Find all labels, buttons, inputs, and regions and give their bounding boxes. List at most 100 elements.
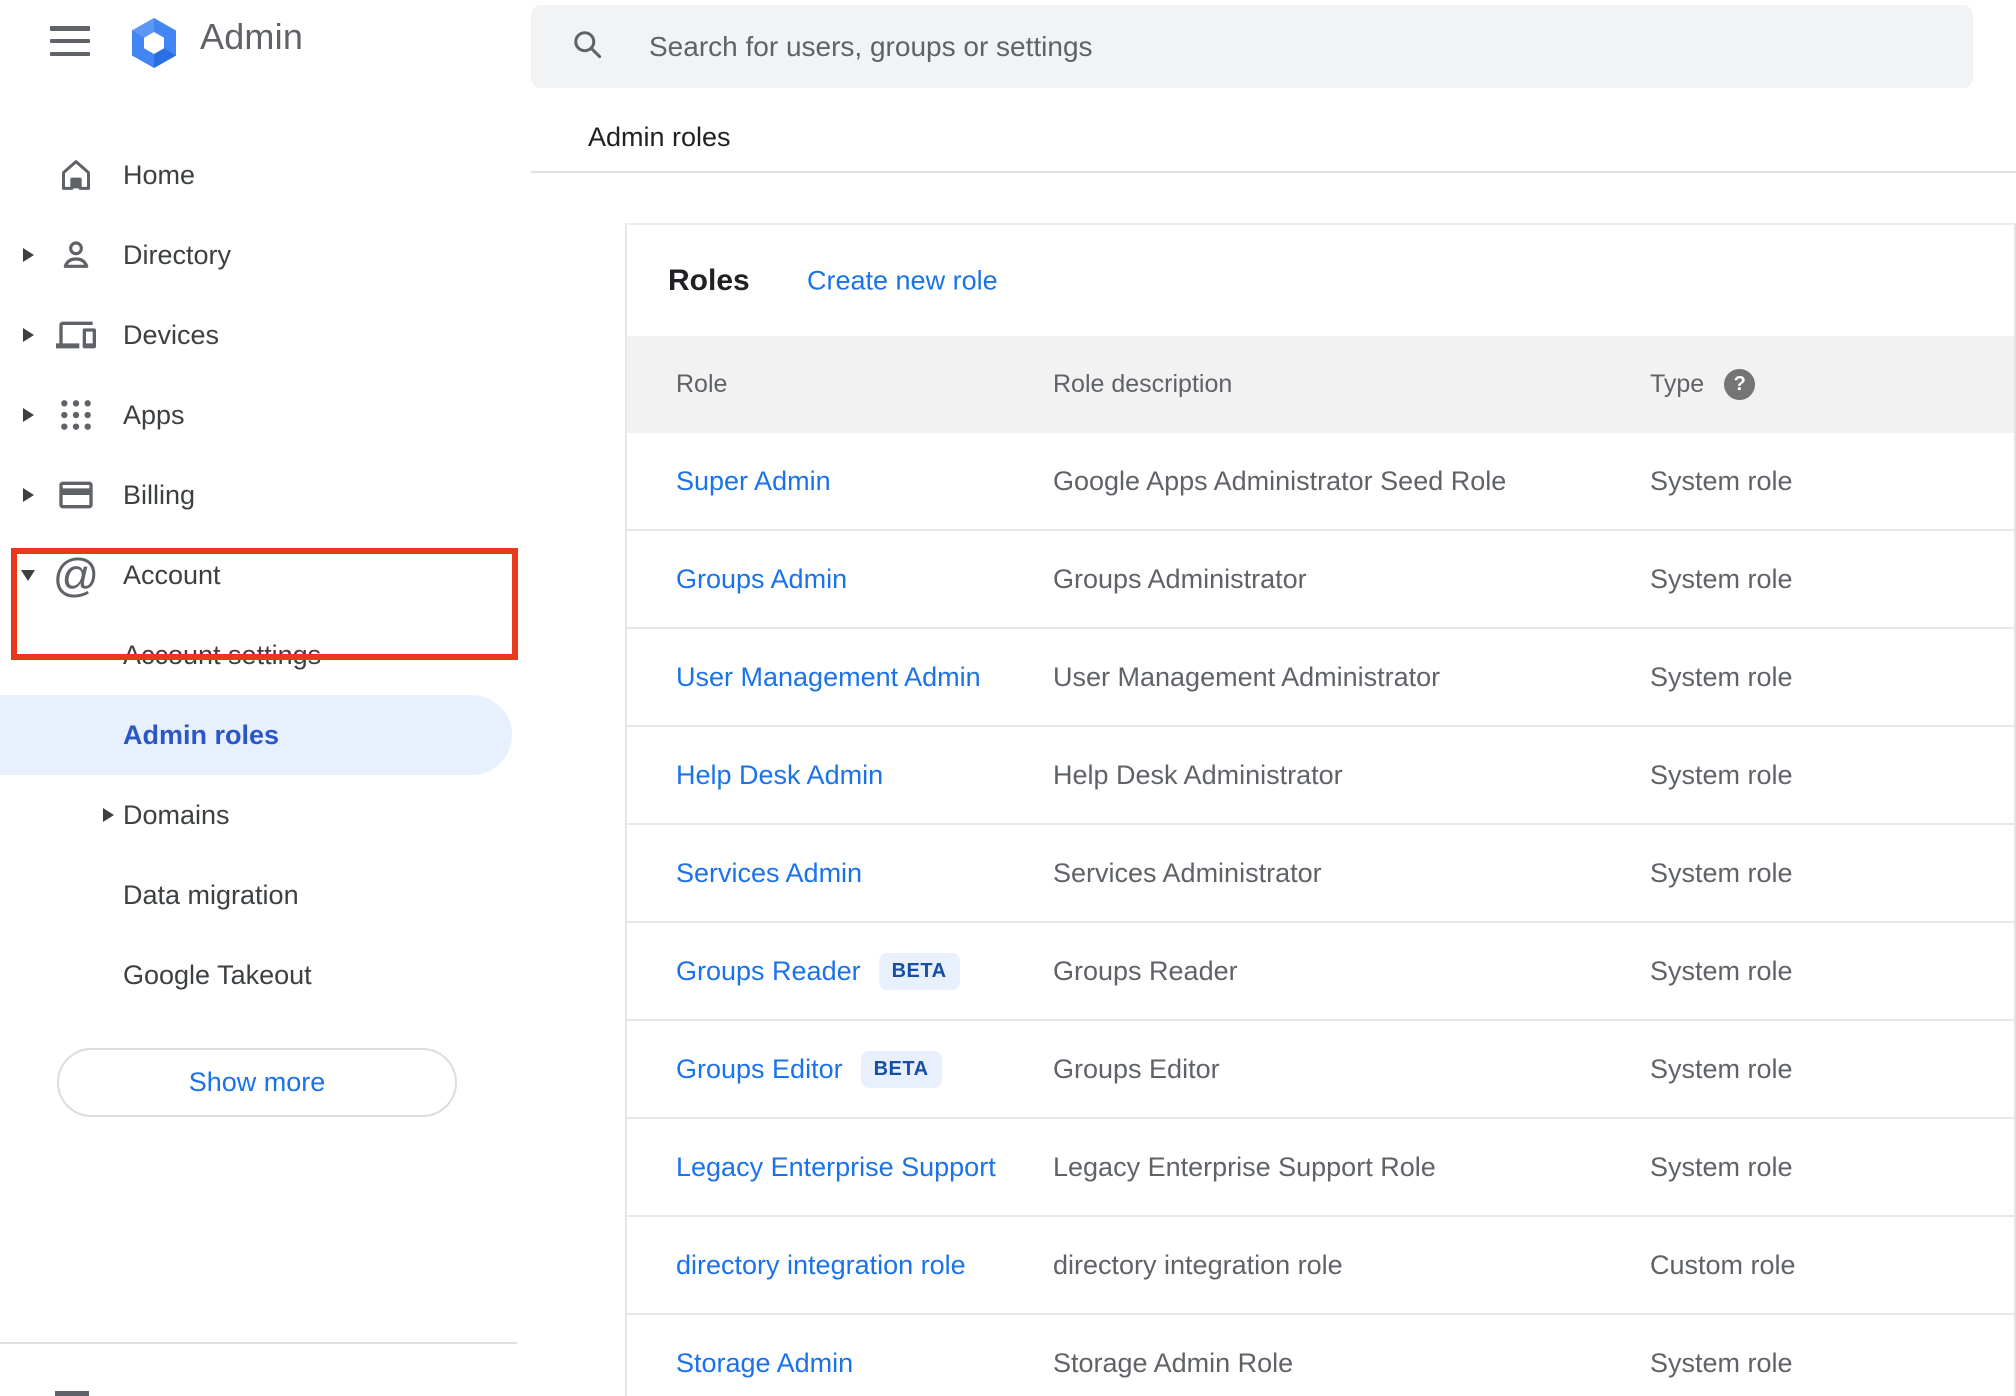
app-title: Admin: [200, 16, 304, 57]
sidebar-item-directory[interactable]: Directory: [0, 215, 531, 295]
role-type-cell: System role: [1650, 1151, 1793, 1182]
table-row-storage-admin: Storage Admin Storage Admin Role System ro…: [627, 1315, 2014, 1396]
role-cell: User Management Admin: [676, 662, 1053, 693]
person-icon: [54, 233, 98, 277]
chevron-right-icon[interactable]: [96, 803, 120, 827]
role-description-cell: Groups Administrator: [1053, 563, 1307, 594]
sidebar-item-account-settings[interactable]: Account settings: [0, 615, 531, 695]
role-link[interactable]: Legacy Enterprise Support: [676, 1152, 996, 1183]
roles-table-body: Super Admin Google Apps Administrator See…: [627, 433, 2014, 1396]
role-description-cell: directory integration role: [1053, 1249, 1343, 1280]
role-cell: Legacy Enterprise Support: [676, 1152, 1053, 1183]
table-row-groups-editor: Groups Editor BETA Groups Editor System rol…: [627, 1021, 2014, 1119]
admin-logo-icon: [126, 15, 182, 76]
help-icon[interactable]: ?: [1724, 369, 1756, 400]
role-link[interactable]: Storage Admin: [676, 1348, 853, 1379]
sidebar-item-label: Devices: [123, 319, 220, 350]
sidebar-item-label: Home: [123, 159, 196, 190]
sidebar-item-label: Data migration: [123, 879, 299, 910]
role-link[interactable]: Super Admin: [676, 466, 831, 497]
role-type-cell: System role: [1650, 857, 1793, 888]
role-cell: Storage Admin: [676, 1348, 1053, 1379]
table-header-row: Role Role description Type ?: [627, 336, 2014, 433]
sidebar-item-devices[interactable]: Devices: [0, 295, 531, 375]
search-bar[interactable]: [531, 5, 1973, 88]
role-type-cell: System role: [1650, 759, 1793, 790]
table-row-help-desk-admin: Help Desk Admin Help Desk Administrator Sy…: [627, 727, 2014, 825]
role-description-cell: Help Desk Administrator: [1053, 759, 1343, 790]
role-description-cell: Services Administrator: [1053, 857, 1322, 888]
beta-badge: BETA: [860, 1050, 942, 1088]
chevron-right-icon[interactable]: [16, 243, 40, 267]
sidebar-item-account[interactable]: @ Account: [0, 535, 531, 615]
show-more-button[interactable]: Show more: [57, 1048, 457, 1117]
role-link[interactable]: directory integration role: [676, 1250, 966, 1281]
role-cell: Services Admin: [676, 858, 1053, 889]
role-cell: Help Desk Admin: [676, 760, 1053, 791]
column-header-type: Type ?: [1650, 369, 2014, 400]
home-icon: [54, 153, 98, 197]
role-cell: directory integration role: [676, 1250, 1053, 1281]
column-header-description: Role description: [1053, 370, 1233, 398]
table-row-groups-admin: Groups Admin Groups Administrator System r…: [627, 531, 2014, 629]
sidebar-item-label: Domains: [123, 799, 230, 830]
role-type-cell: System role: [1650, 955, 1793, 986]
content-divider: [531, 171, 2016, 173]
role-cell: Groups Admin: [676, 564, 1053, 595]
chevron-right-icon[interactable]: [16, 323, 40, 347]
panel-title: Roles: [668, 263, 750, 297]
table-row-directory-integration-role: directory integration role directory inte…: [627, 1217, 2014, 1315]
sidebar-item-label: Billing: [123, 479, 196, 510]
role-cell: Groups Reader BETA: [676, 952, 1053, 990]
role-description-cell: User Management Administrator: [1053, 661, 1441, 692]
search-icon: [569, 26, 605, 67]
search-input[interactable]: [647, 29, 1851, 64]
sidebar-header: Admin: [0, 0, 531, 90]
apps-grid-icon: [54, 393, 98, 437]
roles-panel-header: Roles Create new role: [627, 225, 2014, 336]
sidebar-item-label: Account settings: [123, 639, 322, 670]
menu-icon[interactable]: [50, 26, 90, 56]
role-type-cell: System role: [1650, 563, 1793, 594]
chevron-right-icon[interactable]: [16, 403, 40, 427]
main-content: Admin roles Roles Create new role Role R…: [531, 0, 2016, 1396]
column-header-role: Role: [676, 370, 728, 398]
role-link[interactable]: Groups Editor: [676, 1054, 843, 1085]
create-new-role-link[interactable]: Create new role: [807, 265, 998, 296]
sidebar: Admin Home Directory Devices Apps Billing @ Ac…: [0, 0, 531, 1396]
role-link[interactable]: Groups Admin: [676, 564, 847, 595]
role-description-cell: Groups Editor: [1053, 1053, 1220, 1084]
sidebar-item-label: Admin roles: [123, 719, 280, 750]
sidebar-item-label: Directory: [123, 239, 232, 270]
sidebar-item-label: Account: [123, 559, 221, 590]
role-link[interactable]: Help Desk Admin: [676, 760, 883, 791]
sidebar-item-admin-roles[interactable]: Admin roles: [0, 695, 512, 775]
clipped-bottom-icon: [55, 1391, 89, 1396]
sidebar-item-apps[interactable]: Apps: [0, 375, 531, 455]
sidebar-nav: Home Directory Devices Apps Billing @ Account A…: [0, 135, 531, 1015]
role-link[interactable]: Services Admin: [676, 858, 862, 889]
admin-console-screen: Admin Home Directory Devices Apps Billing @ Ac…: [0, 0, 2016, 1396]
role-description-cell: Google Apps Administrator Seed Role: [1053, 465, 1507, 496]
table-row-groups-reader: Groups Reader BETA Groups Reader System rol…: [627, 923, 2014, 1021]
breadcrumb: Admin roles: [588, 122, 731, 152]
role-link[interactable]: User Management Admin: [676, 662, 981, 693]
role-type-cell: System role: [1650, 661, 1793, 692]
sidebar-item-domains[interactable]: Domains: [0, 775, 531, 855]
role-link[interactable]: Groups Reader: [676, 956, 861, 987]
sidebar-item-google-takeout[interactable]: Google Takeout: [0, 935, 531, 1015]
sidebar-item-label: Google Takeout: [123, 959, 312, 990]
role-type-cell: System role: [1650, 1053, 1793, 1084]
sidebar-item-label: Apps: [123, 399, 185, 430]
roles-panel: Roles Create new role Role Role descript…: [625, 223, 2016, 1396]
chevron-right-icon[interactable]: [16, 483, 40, 507]
role-cell: Super Admin: [676, 466, 1053, 497]
role-type-cell: Custom role: [1650, 1249, 1796, 1280]
beta-badge: BETA: [878, 952, 960, 990]
sidebar-item-home[interactable]: Home: [0, 135, 531, 215]
sidebar-item-data-migration[interactable]: Data migration: [0, 855, 531, 935]
chevron-down-icon[interactable]: [16, 563, 40, 587]
sidebar-item-billing[interactable]: Billing: [0, 455, 531, 535]
devices-icon: [54, 313, 98, 357]
table-row-user-management-admin: User Management Admin User Management Adm…: [627, 629, 2014, 727]
